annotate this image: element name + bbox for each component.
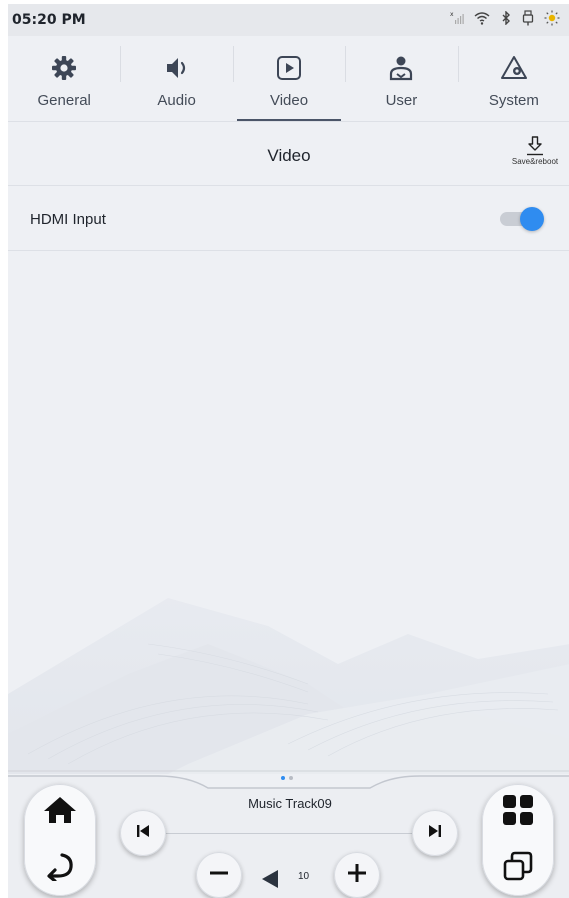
page-dot-active — [281, 776, 285, 780]
gear-icon — [50, 54, 78, 82]
wifi-icon — [474, 11, 490, 30]
volume-icon — [260, 868, 280, 895]
setting-row-hdmi-input: HDMI Input — [8, 186, 569, 251]
tab-label: User — [385, 92, 418, 109]
plus-icon — [346, 862, 368, 889]
status-bar: 05:20 PM x — [8, 4, 569, 36]
minus-icon — [208, 862, 230, 889]
next-track-button[interactable] — [412, 810, 458, 856]
background-mountains — [8, 598, 569, 774]
track-title: Music Track09 — [248, 796, 332, 811]
tab-label: System — [488, 92, 539, 109]
tab-label: Video — [269, 92, 309, 109]
window-switch-icon — [502, 850, 534, 887]
status-icons: x — [450, 10, 560, 31]
tab-label: General — [37, 92, 91, 109]
tab-audio[interactable]: Audio — [120, 36, 232, 121]
tab-label: Audio — [157, 92, 196, 109]
page-title: Video — [267, 146, 311, 165]
status-time: 05:20 PM — [12, 12, 86, 28]
usb-icon — [522, 10, 534, 31]
signal-icon: x — [450, 11, 464, 30]
volume-value: 10 — [298, 871, 310, 882]
page-indicator — [281, 776, 293, 780]
apps-window-pill — [482, 784, 554, 896]
home-button[interactable] — [24, 784, 96, 840]
play-icon — [275, 54, 303, 82]
volume-up-button[interactable] — [334, 852, 380, 898]
back-button[interactable] — [24, 840, 96, 896]
bluetooth-icon — [500, 10, 512, 30]
home-back-pill — [24, 784, 96, 896]
grid-icon — [502, 794, 534, 831]
previous-track-button[interactable] — [120, 810, 166, 856]
skip-next-icon — [427, 823, 443, 844]
skip-previous-icon — [135, 823, 151, 844]
page-header: Video Save&reboot — [8, 122, 569, 186]
tab-user[interactable]: User — [345, 36, 457, 121]
speaker-icon — [163, 54, 191, 82]
tab-video[interactable]: Video — [232, 36, 345, 121]
toggle-knob — [520, 207, 544, 231]
recent-apps-button[interactable] — [482, 840, 554, 896]
save-reboot-label: Save&reboot — [511, 157, 559, 166]
tab-general[interactable]: General — [8, 36, 120, 121]
setting-label: HDMI Input — [30, 211, 106, 228]
download-icon — [508, 136, 562, 156]
user-icon — [387, 54, 415, 82]
page-dot — [289, 776, 293, 780]
tab-system[interactable]: System — [457, 36, 569, 121]
home-icon — [43, 795, 77, 830]
svg-text:x: x — [450, 11, 454, 18]
back-icon — [44, 851, 76, 886]
system-icon — [500, 54, 528, 82]
volume-down-button[interactable] — [196, 852, 242, 898]
save-reboot-button[interactable]: Save&reboot — [508, 136, 562, 176]
track-progress-line[interactable] — [166, 833, 412, 834]
media-dock: Music Track09 10 — [8, 770, 569, 898]
screen: 05:20 PM x General Audio Video User Syst… — [8, 4, 569, 898]
brightness-icon — [544, 10, 560, 31]
hdmi-input-toggle[interactable] — [496, 206, 544, 232]
apps-button[interactable] — [482, 784, 554, 840]
settings-tab-bar: General Audio Video User System — [8, 36, 569, 122]
